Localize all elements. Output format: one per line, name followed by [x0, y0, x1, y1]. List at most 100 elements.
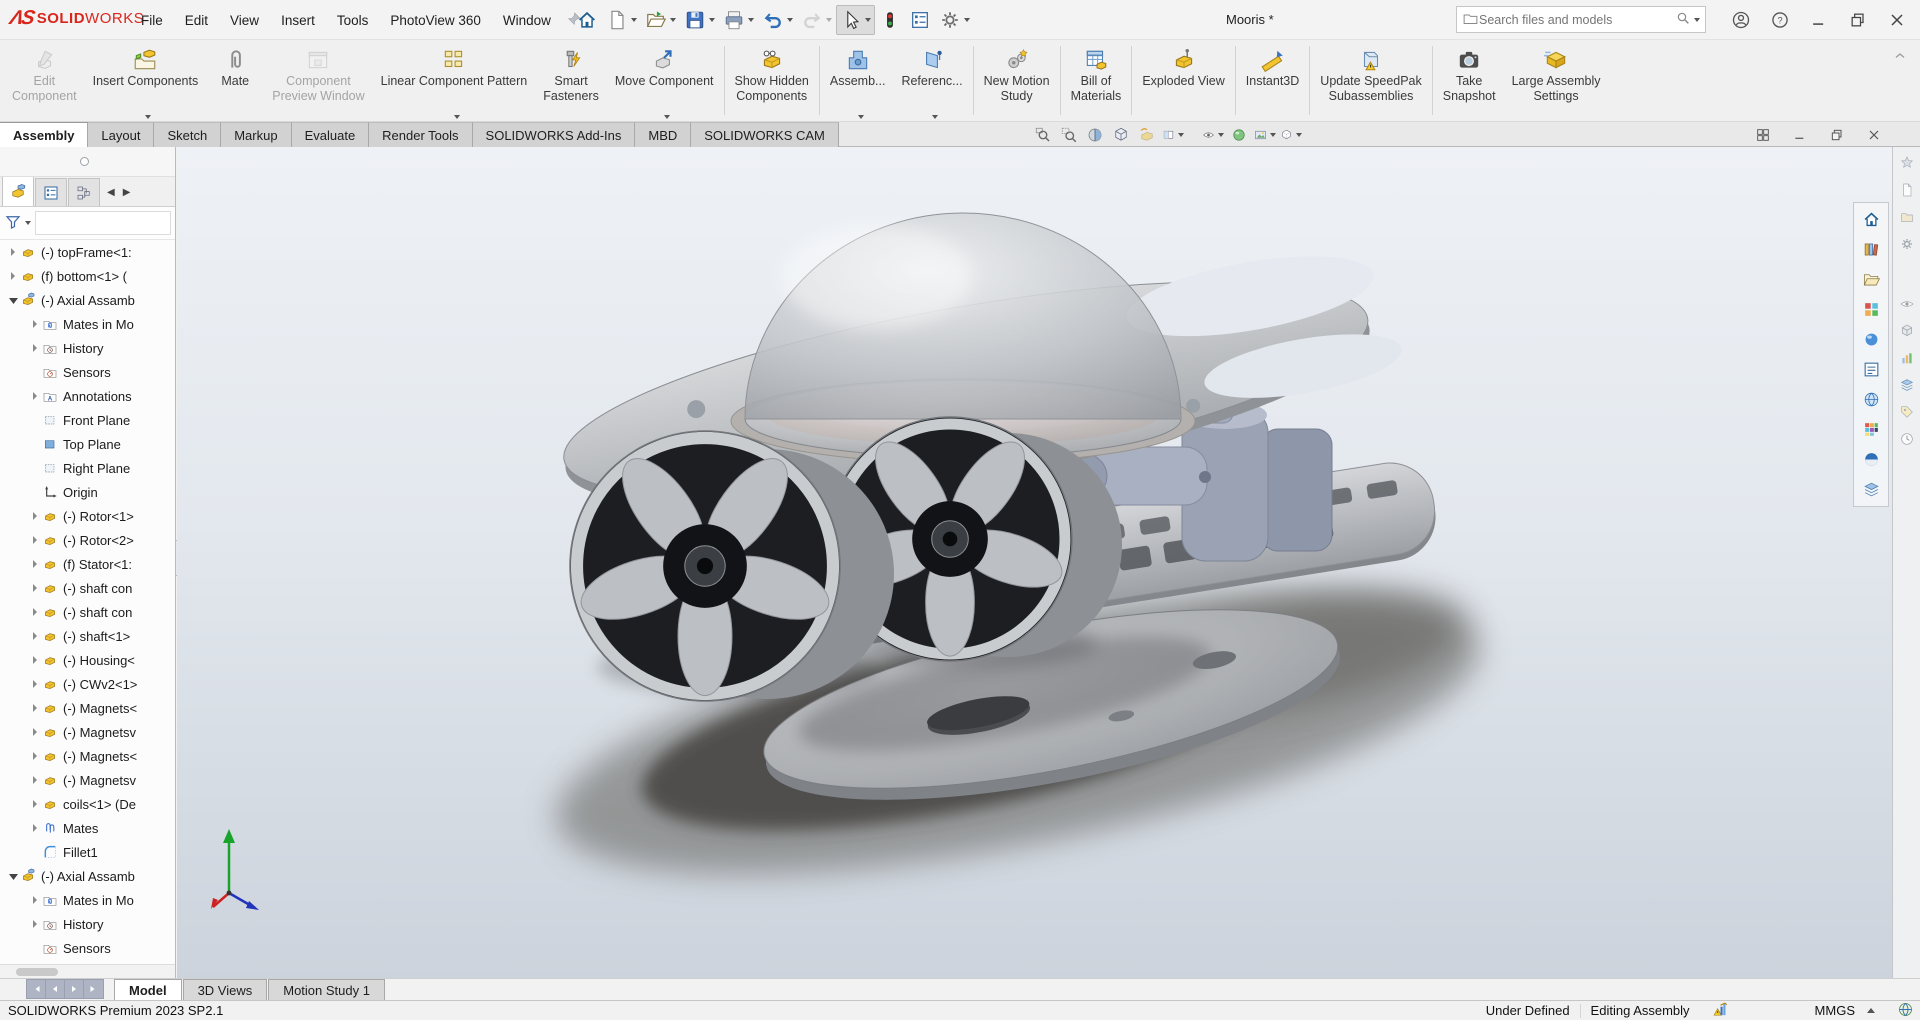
- save-button[interactable]: [680, 5, 719, 35]
- dropdown-caret[interactable]: [826, 18, 832, 22]
- configurationmanager-tab[interactable]: [68, 178, 100, 206]
- edge-layers-icon[interactable]: [1896, 375, 1918, 395]
- options-gear-button[interactable]: [935, 5, 974, 35]
- display-pane-button[interactable]: [1162, 124, 1184, 146]
- tree-item[interactable]: Mates: [0, 816, 175, 840]
- tree-expander-icon[interactable]: [28, 320, 42, 328]
- flyout-caret[interactable]: [664, 115, 670, 119]
- dropdown-caret[interactable]: [964, 18, 970, 22]
- flyout-caret[interactable]: [145, 115, 151, 119]
- new-motion-study-button[interactable]: New MotionStudy: [976, 40, 1058, 121]
- assembly-features-button[interactable]: Assemb...: [822, 40, 894, 121]
- tree-item[interactable]: (-) CWv2<1>: [0, 672, 175, 696]
- tree-expander-icon[interactable]: [6, 872, 20, 881]
- menu-edit[interactable]: Edit: [174, 9, 219, 32]
- dropdown-caret[interactable]: [1296, 133, 1302, 137]
- minimize-button[interactable]: [1804, 5, 1834, 35]
- new-document-button[interactable]: [602, 5, 641, 35]
- tree-item[interactable]: Origin: [0, 480, 175, 504]
- taskpane-appearances-button[interactable]: [1857, 327, 1885, 352]
- edge-chart-icon[interactable]: [1896, 348, 1918, 368]
- appearance-button[interactable]: [1228, 124, 1250, 146]
- tree-expander-icon[interactable]: [28, 704, 42, 712]
- tree-item[interactable]: (-) Rotor<1>: [0, 504, 175, 528]
- tree-expander-icon[interactable]: [28, 920, 42, 928]
- tree-item[interactable]: History: [0, 912, 175, 936]
- tree-expander-icon[interactable]: [28, 776, 42, 784]
- assembly-3d-model[interactable]: [177, 147, 1892, 978]
- tab-mbd[interactable]: MBD: [635, 122, 691, 147]
- close-button[interactable]: [1882, 5, 1912, 35]
- view-orientation-button[interactable]: [1110, 124, 1132, 146]
- tree-item[interactable]: (-) shaft con: [0, 576, 175, 600]
- edge-folder-icon[interactable]: [1896, 207, 1918, 227]
- tree-item[interactable]: (-) Axial Assamb: [0, 288, 175, 312]
- tree-item[interactable]: Front Plane: [0, 408, 175, 432]
- user-account-button[interactable]: [1726, 5, 1756, 35]
- dropdown-caret[interactable]: [631, 18, 637, 22]
- tab-markup[interactable]: Markup: [221, 122, 291, 147]
- tree-expander-icon[interactable]: [28, 344, 42, 352]
- taskpane-home-button[interactable]: [1857, 207, 1885, 232]
- tree-item[interactable]: (-) topFrame<1:: [0, 240, 175, 264]
- taskpane-custom-properties-button[interactable]: [1857, 357, 1885, 382]
- tree-item[interactable]: History: [0, 336, 175, 360]
- exploded-view-button[interactable]: Exploded View: [1134, 40, 1232, 121]
- tree-expander-icon[interactable]: [28, 824, 42, 832]
- tree-item[interactable]: Sensors: [0, 360, 175, 384]
- tree-item[interactable]: (-) Magnetsv: [0, 720, 175, 744]
- tree-expander-icon[interactable]: [28, 728, 42, 736]
- tree-item[interactable]: Sensors: [0, 936, 175, 960]
- show-hidden-button[interactable]: Show HiddenComponents: [727, 40, 817, 121]
- linear-pattern-button[interactable]: Linear Component Pattern: [373, 40, 536, 121]
- panel-tab-next-icon[interactable]: ▶: [123, 187, 131, 198]
- menu-insert[interactable]: Insert: [270, 9, 326, 32]
- select-cursor-button[interactable]: [836, 5, 875, 35]
- scene-button[interactable]: [1254, 124, 1276, 146]
- smart-fasteners-button[interactable]: SmartFasteners: [535, 40, 607, 121]
- tree-expander-icon[interactable]: [28, 536, 42, 544]
- dropdown-caret[interactable]: [787, 18, 793, 22]
- dropdown-caret[interactable]: [1270, 133, 1276, 137]
- taskpane-layers-button[interactable]: [1857, 477, 1885, 502]
- flyout-caret[interactable]: [932, 115, 938, 119]
- flyout-caret[interactable]: [858, 115, 864, 119]
- edge-gear-icon[interactable]: [1896, 234, 1918, 254]
- home-button[interactable]: [572, 5, 602, 35]
- close-doc-button[interactable]: [1862, 124, 1886, 146]
- restore-button[interactable]: [1843, 5, 1873, 35]
- mate-button[interactable]: Mate: [206, 40, 264, 121]
- traffic-light-button[interactable]: [875, 5, 905, 35]
- unit-system-label[interactable]: MMGS: [1815, 1003, 1855, 1018]
- tab-render-tools[interactable]: Render Tools: [369, 122, 472, 147]
- tree-horizontal-scrollbar[interactable]: [0, 964, 175, 978]
- tree-expander-icon[interactable]: [28, 512, 42, 520]
- edge-clock-icon[interactable]: [1896, 429, 1918, 449]
- dropdown-caret[interactable]: [865, 18, 871, 22]
- tab-sketch[interactable]: Sketch: [154, 122, 221, 147]
- dropdown-caret[interactable]: [1218, 133, 1224, 137]
- tree-item[interactable]: Fillet1: [0, 840, 175, 864]
- restore-doc-button[interactable]: [1825, 124, 1849, 146]
- menu-window[interactable]: Window: [492, 9, 562, 32]
- taskpane-view-palette-button[interactable]: [1857, 297, 1885, 322]
- search-dropdown-caret[interactable]: [1694, 18, 1700, 22]
- tree-filter-input[interactable]: [35, 211, 171, 235]
- tree-expander-icon[interactable]: [6, 248, 20, 256]
- taskpane-color-grid-button[interactable]: [1857, 417, 1885, 442]
- tree-expander-icon[interactable]: [28, 752, 42, 760]
- last-tab-button[interactable]: [84, 980, 103, 998]
- tree-item[interactable]: AAnnotations: [0, 384, 175, 408]
- dropdown-caret[interactable]: [709, 18, 715, 22]
- zoom-area-button[interactable]: [1058, 124, 1080, 146]
- tab-solidworks-add-ins[interactable]: SOLIDWORKS Add-Ins: [473, 122, 636, 147]
- taskpane-design-library-button[interactable]: [1857, 237, 1885, 262]
- edge-document-icon[interactable]: [1896, 180, 1918, 200]
- tree-expander-icon[interactable]: [28, 608, 42, 616]
- dropdown-caret[interactable]: [1178, 133, 1184, 137]
- first-tab-button[interactable]: [27, 980, 46, 998]
- search-icon[interactable]: [1675, 10, 1691, 29]
- tree-item[interactable]: coils<1> (De: [0, 792, 175, 816]
- menu-photoview-360[interactable]: PhotoView 360: [379, 9, 492, 32]
- doc-tab-motion-study-1[interactable]: Motion Study 1: [268, 979, 385, 1000]
